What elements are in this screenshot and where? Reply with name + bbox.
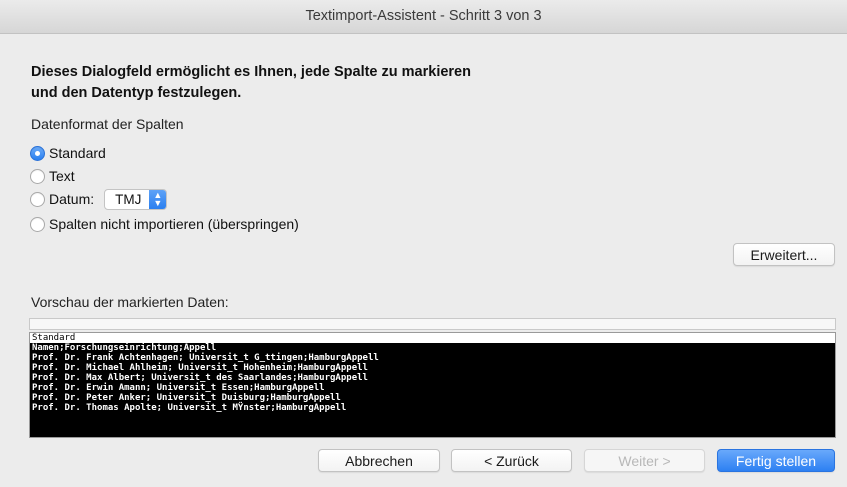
- radio-label-text: Text: [49, 168, 75, 184]
- back-button[interactable]: < Zurück: [451, 449, 572, 472]
- chevron-updown-icon: ▲ ▼: [149, 189, 167, 209]
- preview-line: Prof. Dr. Max Albert; Universit_t des Sa…: [32, 373, 368, 383]
- next-button: Weiter >: [584, 449, 705, 472]
- radio-option-text[interactable]: Text: [30, 165, 75, 187]
- preview-line: Prof. Dr. Frank Achtenhagen; Universit_t…: [32, 353, 379, 363]
- preview-label: Vorschau der markierten Daten:: [31, 294, 229, 310]
- radio-option-date[interactable]: Datum: TMJ ▲ ▼: [30, 188, 168, 210]
- radio-option-standard[interactable]: Standard: [30, 142, 106, 164]
- radio-label-date: Datum:: [49, 191, 95, 207]
- radio-option-skip-column[interactable]: Spalten nicht importieren (überspringen): [30, 213, 299, 235]
- finish-button[interactable]: Fertig stellen: [717, 449, 835, 472]
- date-format-value: TMJ: [115, 191, 142, 207]
- window-title: Textimport-Assistent - Schritt 3 von 3: [305, 8, 542, 24]
- preview-line: Namen;Forschungseinrichtung;Appell: [32, 343, 217, 353]
- advanced-button[interactable]: Erweitert...: [733, 243, 835, 266]
- dialog-heading-line-2: und den Datentyp festzulegen.: [31, 85, 242, 101]
- radio-button-date[interactable]: [30, 191, 45, 207]
- preview-line: Prof. Dr. Thomas Apolte; Universit_t MŸn…: [32, 403, 347, 413]
- preview-line: Prof. Dr. Peter Anker; Universit_t Duisb…: [32, 393, 341, 403]
- preview-line: Prof. Dr. Erwin Amann; Universit_t Essen…: [32, 383, 325, 393]
- column-format-label: Datenformat der Spalten: [31, 116, 184, 132]
- window-title-bar: Textimport-Assistent - Schritt 3 von 3: [0, 0, 847, 34]
- radio-label-skip-column: Spalten nicht importieren (überspringen): [49, 216, 299, 232]
- data-preview[interactable]: Standard Namen;Forschungseinrichtung;App…: [29, 332, 836, 438]
- radio-button-standard[interactable]: [30, 145, 45, 161]
- preview-line: Prof. Dr. Michael Ahlheim; Universit_t H…: [32, 363, 368, 373]
- radio-button-skip-column[interactable]: [30, 216, 45, 232]
- preview-column-header[interactable]: Standard: [30, 333, 835, 343]
- radio-button-text[interactable]: [30, 168, 45, 184]
- radio-label-standard: Standard: [49, 145, 106, 161]
- preview-column-ruler[interactable]: [29, 318, 836, 330]
- dialog-heading: Dieses Dialogfeld ermöglicht es Ihnen, j…: [31, 62, 471, 104]
- date-format-select[interactable]: TMJ ▲ ▼: [104, 188, 168, 210]
- dialog-heading-line-1: Dieses Dialogfeld ermöglicht es Ihnen, j…: [31, 64, 471, 80]
- cancel-button[interactable]: Abbrechen: [318, 449, 440, 472]
